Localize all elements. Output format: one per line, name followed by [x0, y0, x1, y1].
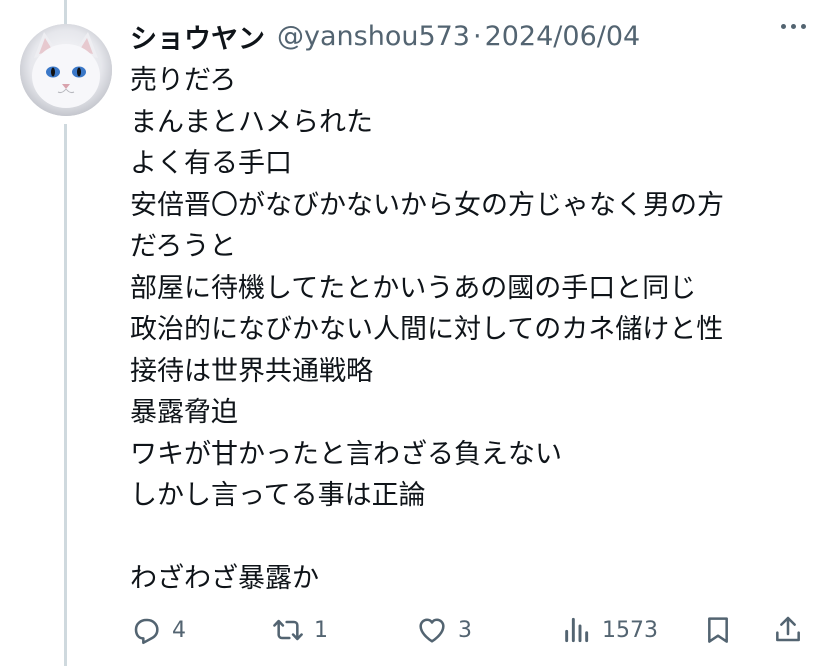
- reply-count: 4: [172, 617, 186, 643]
- tweet-line: 政治的になびかない人間に対してのカネ儲けと性: [130, 314, 724, 345]
- more-dot: [791, 24, 796, 29]
- reply-icon: [134, 618, 159, 645]
- thread-line-top: [64, 0, 67, 24]
- tweet-line: よく有る手口: [130, 148, 292, 179]
- tweet-line: 安倍晋〇がなびかないから女の方じゃなく男の方: [130, 189, 724, 221]
- views-icon: [565, 617, 589, 643]
- tweet-line: だろうと: [130, 231, 237, 262]
- tweet-date[interactable]: 2024/06/04: [485, 21, 641, 52]
- tweet-line: まんまとハメられた: [130, 106, 373, 138]
- tweet-line: 部屋に待機してたとかいうあの國の手口と同じ: [130, 272, 697, 304]
- more-dot: [781, 24, 786, 29]
- tweet-line: ワキが甘かったと言わざる負えない: [130, 438, 562, 470]
- share-icon: [776, 616, 800, 642]
- tweet-line: 暴露脅迫: [130, 397, 238, 428]
- more-dot: [801, 24, 806, 29]
- avatar-cat-image: [20, 24, 112, 116]
- bookmark-button[interactable]: [702, 610, 734, 650]
- tweet-text: 売りだろ まんまとハメられた よく有る手口 安倍晋〇がなびかないから女の方じゃな…: [130, 60, 810, 600]
- action-bar: 4 1 3 1573: [130, 610, 810, 650]
- more-icon[interactable]: [781, 24, 806, 29]
- separator-dot: ·: [472, 20, 482, 52]
- tweet-line: 接待は世界共通戦略: [130, 355, 373, 387]
- views-button[interactable]: 1573: [560, 610, 658, 650]
- like-count: 3: [458, 617, 472, 643]
- thread-line-bottom: [64, 124, 67, 666]
- repost-count: 1: [314, 617, 328, 643]
- repost-icon: [273, 619, 303, 641]
- display-name[interactable]: ショウヤン: [130, 17, 265, 56]
- reply-button[interactable]: 4: [130, 610, 186, 650]
- share-button[interactable]: [772, 610, 804, 650]
- user-handle[interactable]: @yanshou573: [277, 21, 470, 52]
- tweet-line: しかし言ってる事は正論: [130, 480, 426, 511]
- views-count: 1573: [602, 617, 658, 643]
- tweet-line: 売りだろ: [130, 65, 237, 96]
- tweet-line: [130, 517, 810, 559]
- like-icon: [419, 618, 445, 643]
- repost-button[interactable]: 1: [272, 610, 328, 650]
- tweet-header: ショウヤン @yanshou573 · 2024/06/04: [130, 14, 640, 58]
- like-button[interactable]: 3: [416, 610, 472, 650]
- bookmark-icon: [708, 617, 728, 643]
- tweet-line: わざわざ暴露か: [130, 563, 319, 594]
- avatar[interactable]: [20, 24, 112, 116]
